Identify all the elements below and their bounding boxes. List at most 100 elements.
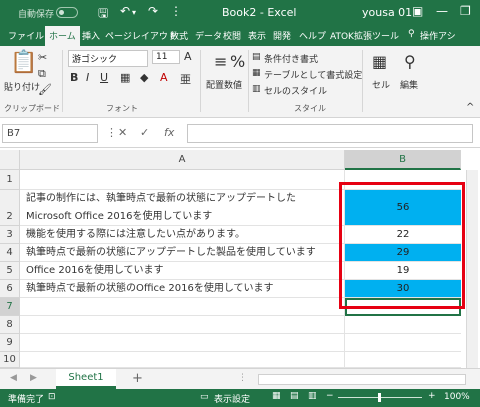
row-header[interactable]: 10 <box>0 352 20 368</box>
row-header[interactable]: 6 <box>0 280 20 298</box>
add-sheet-button[interactable]: + <box>132 371 143 386</box>
cell-b10[interactable] <box>345 352 461 368</box>
row-header[interactable]: 7 <box>0 298 20 316</box>
more-sheets-icon[interactable]: ⋮ <box>238 373 247 383</box>
number-button[interactable]: 数値 <box>224 78 242 91</box>
zoom-out-button[interactable]: − <box>326 391 334 401</box>
quick-access-menu-icon[interactable]: ⋮ <box>170 4 182 18</box>
column-header-a[interactable]: A <box>20 150 345 170</box>
user-name[interactable]: yousa 01 <box>362 6 412 19</box>
page-break-view-icon[interactable]: ▥ <box>308 391 317 401</box>
cell-b9[interactable] <box>345 334 461 352</box>
borders-icon[interactable]: ▦ <box>120 71 130 84</box>
number-format-icon[interactable]: % <box>230 52 245 71</box>
conditional-format-button[interactable]: 条件付き書式 <box>264 52 318 65</box>
zoom-in-button[interactable]: + <box>428 391 436 401</box>
display-settings-icon[interactable]: ▭ <box>200 392 209 402</box>
table-format-button[interactable]: テーブルとして書式設定 <box>264 68 362 81</box>
grow-font-icon[interactable]: A <box>184 50 192 63</box>
zoom-level[interactable]: 100% <box>444 392 470 402</box>
furigana-icon[interactable]: 亜 <box>180 71 191 87</box>
align-icon[interactable]: ≡ <box>214 52 227 71</box>
enter-icon[interactable]: ✓ <box>140 126 149 139</box>
redo-icon[interactable]: ↷ <box>148 4 158 18</box>
tab-help[interactable]: ヘルプ <box>299 29 326 42</box>
normal-view-icon[interactable]: ▦ <box>272 391 281 401</box>
ribbon-display-icon[interactable]: ▣ <box>412 4 423 18</box>
tab-review[interactable]: 校閲 <box>223 29 241 42</box>
tab-formulas[interactable]: 数式 <box>170 29 188 42</box>
cut-icon[interactable]: ✂ <box>38 51 47 64</box>
tab-data[interactable]: データ <box>195 29 222 42</box>
save-icon[interactable]: 🖫 <box>98 4 108 25</box>
select-all-corner[interactable] <box>0 150 20 170</box>
collapse-ribbon-icon[interactable]: ^ <box>466 102 474 113</box>
zoom-slider-thumb[interactable] <box>378 393 381 402</box>
alignment-button[interactable]: 配置 <box>206 78 224 91</box>
row-header[interactable]: 4 <box>0 244 20 262</box>
cell-b8[interactable] <box>345 316 461 334</box>
editing-button[interactable]: 編集 <box>400 78 418 91</box>
copy-icon[interactable]: ⧉ <box>38 67 46 81</box>
cell-style-icon[interactable]: ▥ <box>252 84 261 94</box>
tab-insert[interactable]: 挿入 <box>82 29 100 42</box>
sheet-tab-sheet1[interactable]: Sheet1 <box>56 369 116 389</box>
conditional-format-icon[interactable]: ▤ <box>252 52 261 62</box>
paste-button[interactable]: 貼り付け <box>4 80 40 93</box>
bold-button[interactable]: B <box>70 71 78 84</box>
vertical-scrollbar[interactable] <box>466 170 478 368</box>
undo-dropdown-icon[interactable]: ▾ <box>132 8 136 17</box>
cell-a4[interactable]: 執筆時点で最新の状態にアップデートした製品を使用しています <box>20 244 345 262</box>
tab-view[interactable]: 表示 <box>248 29 266 42</box>
name-box[interactable]: B7 <box>2 124 98 143</box>
tell-me[interactable]: 操作アシ <box>420 29 456 42</box>
row-header[interactable]: 5 <box>0 262 20 280</box>
font-size-select[interactable]: 11 <box>152 50 180 64</box>
cells-button[interactable]: セル <box>372 78 390 91</box>
tab-file[interactable]: ファイル <box>8 29 44 42</box>
tab-atok[interactable]: ATOK拡張ツール <box>330 29 399 42</box>
cell-a7[interactable] <box>20 298 345 316</box>
row-header[interactable]: 8 <box>0 316 20 334</box>
display-settings-button[interactable]: 表示設定 <box>214 392 250 405</box>
search-icon[interactable]: ⚲ <box>404 52 416 71</box>
cell-a3[interactable]: 機能を使用する際には注意したい点があります。 <box>20 226 345 244</box>
column-header-b[interactable]: B <box>345 150 461 170</box>
worksheet-grid[interactable]: A B 1 2 記事の制作には、執筆時点で最新の状態にアップデートした Micr… <box>0 148 480 368</box>
cell-a5[interactable]: Office 2016を使用しています <box>20 262 345 280</box>
accessibility-icon[interactable]: ⊡ <box>48 392 56 402</box>
row-header[interactable]: 9 <box>0 334 20 352</box>
format-painter-icon[interactable]: 🖌 <box>38 83 52 96</box>
cell-a10[interactable] <box>20 352 345 368</box>
fill-color-icon[interactable]: ◆ <box>140 71 148 84</box>
cell-a6[interactable]: 執筆時点で最新の状態のOffice 2016を使用しています <box>20 280 345 298</box>
minimize-icon[interactable]: — <box>436 4 448 18</box>
restore-icon[interactable]: ❐ <box>460 4 471 18</box>
more-icon[interactable]: ⋮ <box>106 126 117 139</box>
underline-button[interactable]: U <box>100 71 108 84</box>
scroll-left-icon[interactable]: ◀ <box>10 373 17 383</box>
cell-a2[interactable]: 記事の制作には、執筆時点で最新の状態にアップデートした Microsoft Of… <box>20 190 345 226</box>
cell-a9[interactable] <box>20 334 345 352</box>
tab-page-layout[interactable]: ページレイアウト <box>105 29 177 42</box>
tab-developer[interactable]: 開発 <box>273 29 291 42</box>
cells-icon[interactable]: ▦ <box>372 52 387 71</box>
cancel-icon[interactable]: ✕ <box>118 126 127 139</box>
insert-function-icon[interactable]: fx <box>164 126 174 139</box>
search-icon[interactable]: ⚲ <box>408 29 415 39</box>
page-layout-view-icon[interactable]: ▤ <box>290 391 299 401</box>
tab-home[interactable]: ホーム <box>45 26 80 46</box>
row-header[interactable]: 1 <box>0 170 20 190</box>
font-name-select[interactable]: 游ゴシック <box>68 50 148 67</box>
autosave-toggle[interactable] <box>56 7 78 18</box>
row-header[interactable]: 2 <box>0 190 20 226</box>
table-format-icon[interactable]: ▦ <box>252 68 261 78</box>
row-header[interactable]: 3 <box>0 226 20 244</box>
paste-icon[interactable]: 📋 <box>10 50 37 75</box>
undo-icon[interactable]: ↶ <box>120 4 130 18</box>
font-color-icon[interactable]: A <box>160 71 168 84</box>
cell-a1[interactable] <box>20 170 345 190</box>
cell-a8[interactable] <box>20 316 345 334</box>
formula-input[interactable] <box>187 124 473 143</box>
scroll-right-icon[interactable]: ▶ <box>30 373 37 383</box>
